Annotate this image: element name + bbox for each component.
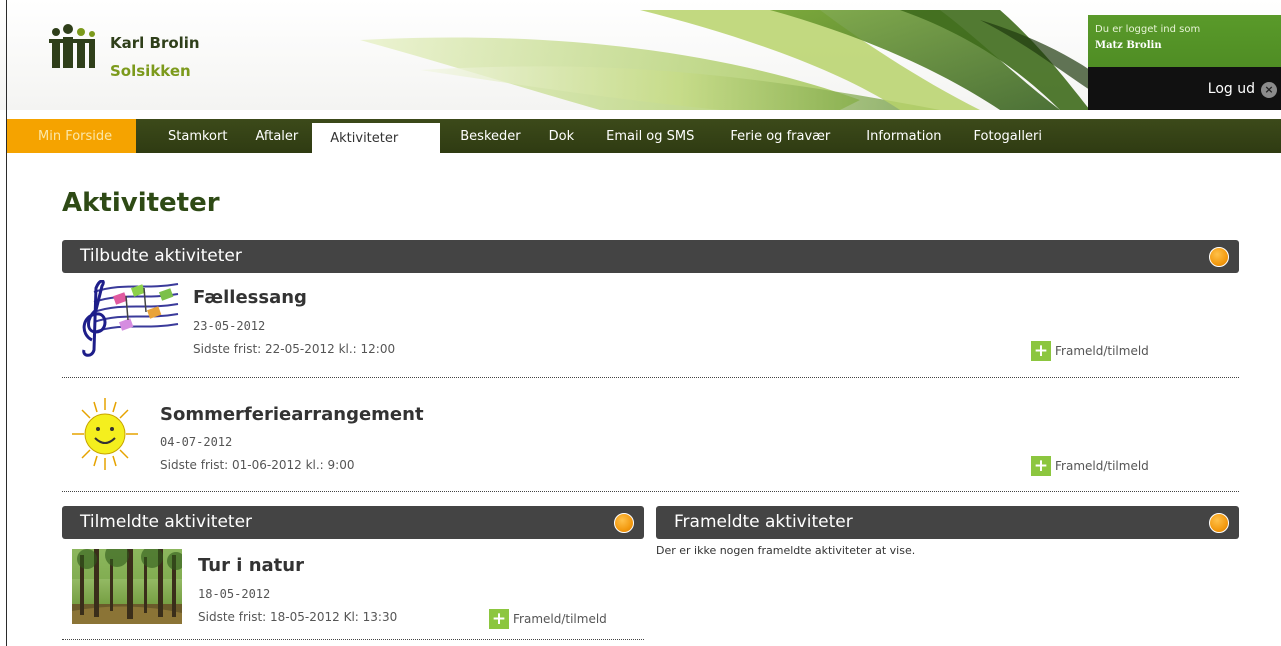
header-decoration — [360, 10, 1090, 110]
activity-date: 04-07-2012 — [160, 435, 233, 449]
nav-item-ferie-og-fravaer[interactable]: Ferie og fravær — [712, 119, 848, 153]
nav-item-email-og-sms[interactable]: Email og SMS — [588, 119, 712, 153]
toggle-registration-label: Frameld/tilmeld — [1055, 344, 1149, 358]
page-title: Aktiviteter — [62, 188, 220, 218]
login-user: Matz Brolin — [1095, 40, 1162, 51]
section-title: Frameldte aktiviteter — [674, 512, 853, 532]
nav-item-aktiviteter[interactable]: Aktiviteter — [312, 123, 441, 153]
nav-item-fotogalleri[interactable]: Fotogalleri — [960, 119, 1056, 153]
brand-subtitle: Solsikken — [110, 62, 191, 80]
logout-area: Log ud × — [1088, 67, 1281, 110]
empty-state-text: Der er ikke nogen frameldte aktiviteter … — [656, 544, 916, 557]
activity-name: Fællessang — [193, 287, 307, 308]
nav-item-stamkort[interactable]: Stamkort — [154, 119, 241, 153]
brand-name: Karl Brolin — [110, 34, 200, 52]
toggle-registration-button[interactable]: + Frameld/tilmeld — [489, 609, 607, 629]
nav-item-information[interactable]: Information — [848, 119, 959, 153]
section-title: Tilmeldte aktiviteter — [80, 512, 253, 532]
activity-item: Sommerferiearrangement 04-07-2012 Sidste… — [62, 378, 1239, 492]
main-nav: Min Forside Stamkort Aftaler Aktiviteter… — [6, 119, 1281, 153]
nav-item-dok[interactable]: Dok — [535, 119, 589, 153]
activity-deadline: Sidste frist: 01-06-2012 kl.: 9:00 — [160, 458, 355, 472]
plus-icon: + — [1031, 456, 1051, 476]
toggle-registration-label: Frameld/tilmeld — [1055, 459, 1149, 473]
activity-deadline: Sidste frist: 22-05-2012 kl.: 12:00 — [193, 342, 396, 356]
activity-date: 18-05-2012 — [198, 587, 271, 601]
section-header-unregistered: Frameldte aktiviteter — [656, 506, 1239, 539]
section-header-offered: Tilbudte aktiviteter — [62, 240, 1239, 273]
music-notes-icon — [82, 280, 179, 357]
section-header-registered: Tilmeldte aktiviteter — [62, 506, 644, 539]
activity-deadline: Sidste frist: 18-05-2012 Kl: 13:30 — [198, 610, 398, 624]
activity-name: Sommerferiearrangement — [160, 404, 424, 425]
nav-item-min-forside[interactable]: Min Forside — [6, 119, 136, 153]
login-status: Du er logget ind som Matz Brolin — [1088, 15, 1281, 67]
plus-icon: + — [1031, 341, 1051, 361]
section-title: Tilbudte aktiviteter — [80, 246, 242, 266]
logout-button[interactable]: Log ud — [1208, 81, 1255, 97]
status-dot-icon[interactable] — [614, 513, 634, 533]
forest-photo — [72, 549, 182, 624]
login-label: Du er logget ind som — [1095, 24, 1201, 35]
status-dot-icon[interactable] — [1209, 513, 1229, 533]
toggle-registration-button[interactable]: + Frameld/tilmeld — [1031, 341, 1149, 361]
plus-icon: + — [489, 609, 509, 629]
close-circle-icon[interactable]: × — [1261, 82, 1277, 98]
nav-item-beskeder[interactable]: Beskeder — [446, 119, 534, 153]
activity-name: Tur i natur — [198, 555, 304, 576]
activity-item: Tur i natur 18-05-2012 Sidste frist: 18-… — [62, 539, 644, 640]
activity-item: Fællessang 23-05-2012 Sidste frist: 22-0… — [62, 274, 1239, 378]
page-left-border — [6, 0, 7, 646]
toggle-registration-label: Frameld/tilmeld — [513, 612, 607, 626]
activity-date: 23-05-2012 — [193, 319, 266, 333]
toggle-registration-button[interactable]: + Frameld/tilmeld — [1031, 456, 1149, 476]
logo-icon — [49, 24, 95, 68]
nav-item-aftaler[interactable]: Aftaler — [241, 119, 312, 153]
sun-smiley-icon — [72, 398, 138, 470]
status-dot-icon[interactable] — [1209, 247, 1229, 267]
